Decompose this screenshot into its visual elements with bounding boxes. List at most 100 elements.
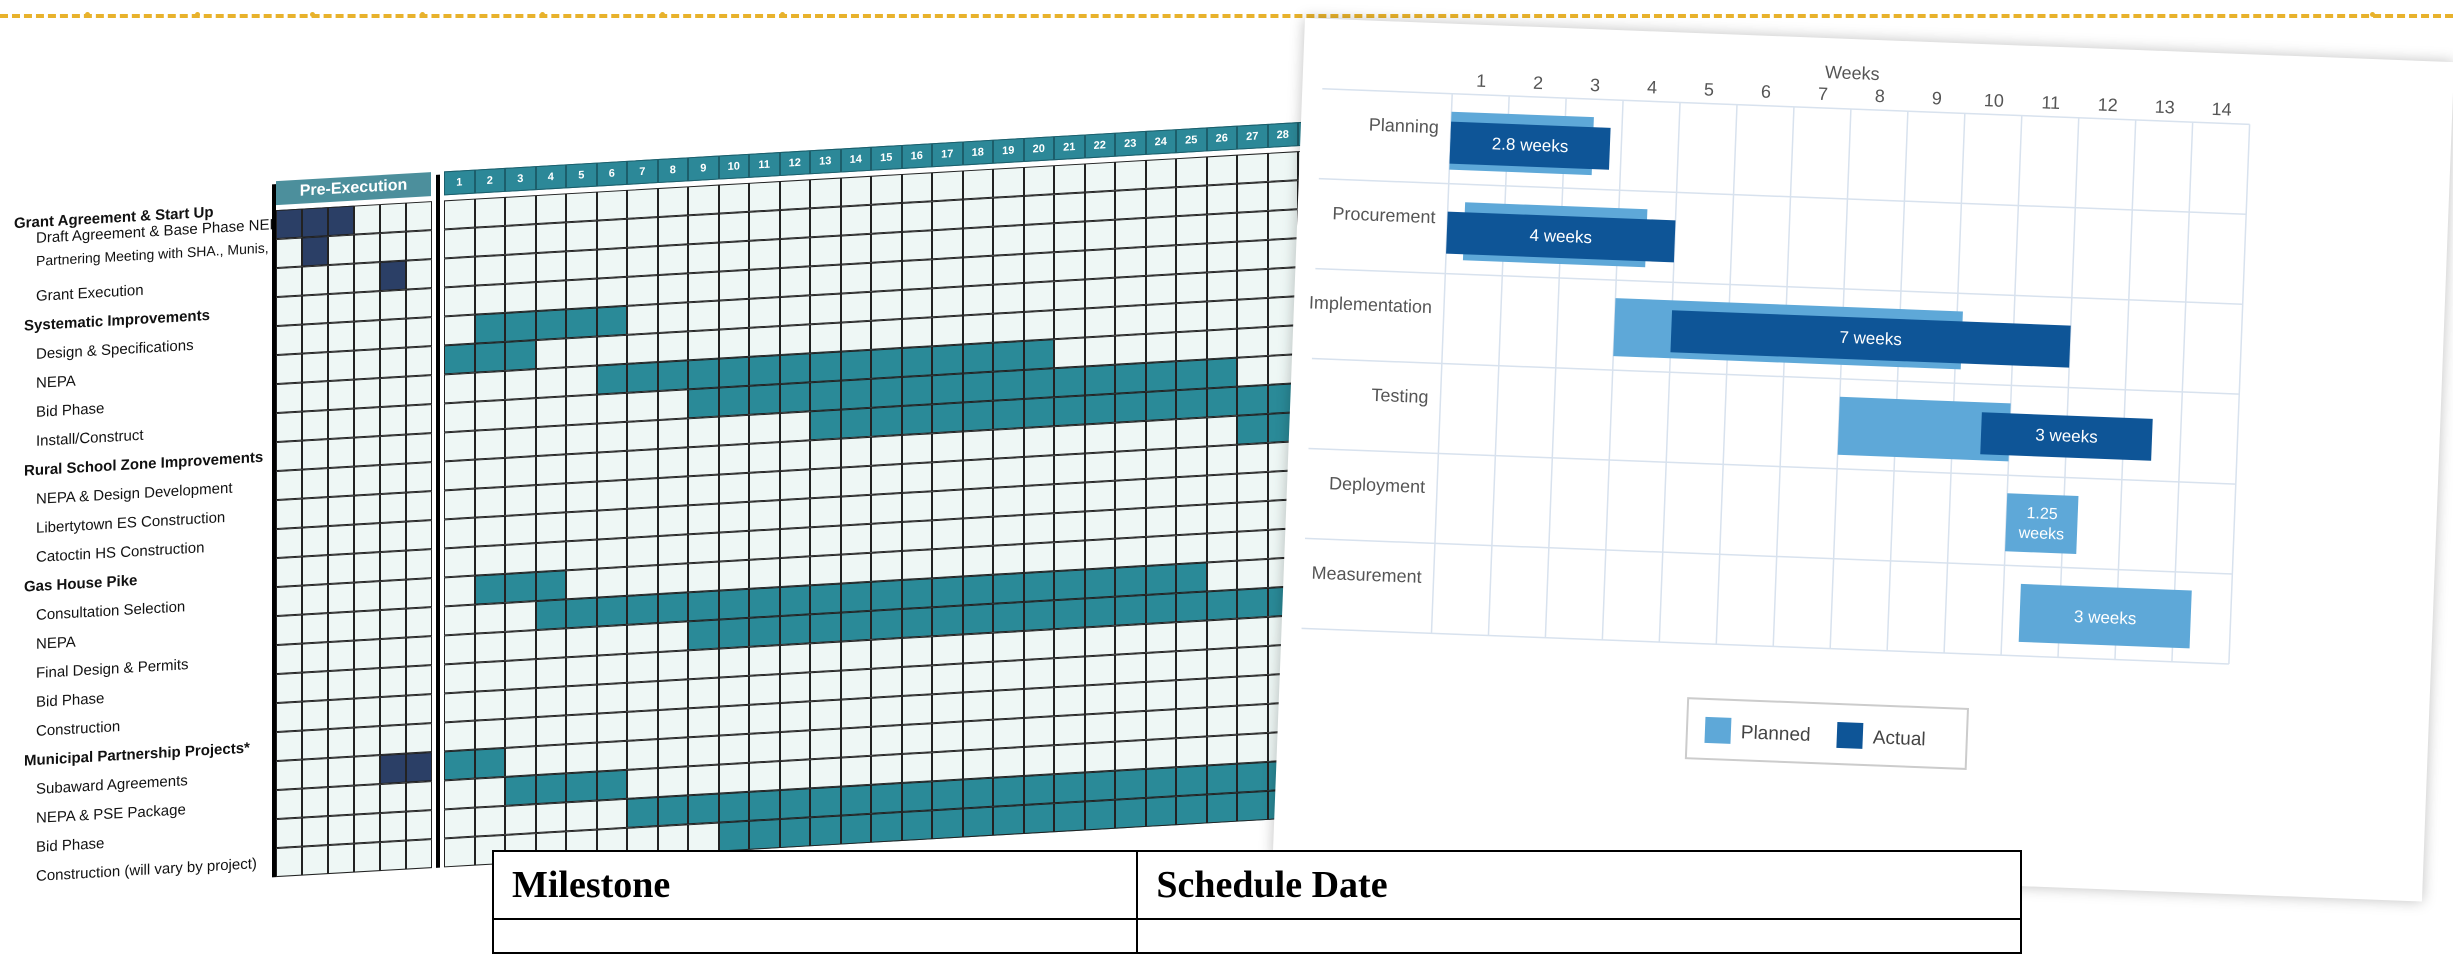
grid-cell <box>596 276 627 308</box>
grid-cell <box>474 631 505 663</box>
grid-cell <box>871 696 902 727</box>
grid-cell <box>474 428 505 460</box>
grid-cell <box>302 381 328 412</box>
grid-cell <box>779 208 810 240</box>
grid-cell <box>444 807 475 839</box>
grid-cell <box>779 643 810 675</box>
grid-cell <box>474 457 505 489</box>
grid-cell <box>627 565 658 596</box>
grid-cell <box>1237 413 1268 445</box>
grid-cell <box>474 573 505 605</box>
grid-cell <box>688 445 719 477</box>
grid-cell <box>688 300 719 332</box>
grid-cell <box>302 410 328 441</box>
grid-cell <box>779 498 810 530</box>
grid-cell <box>810 728 841 760</box>
grid-cell <box>932 721 963 753</box>
grid-cell <box>840 552 871 584</box>
x-tick-label: 2 <box>1533 73 1544 93</box>
grid-cell <box>276 208 302 240</box>
grid-cell <box>1237 268 1268 300</box>
grid-cell <box>354 262 380 293</box>
grid-cell <box>1023 223 1054 254</box>
grid-cell <box>1145 216 1176 247</box>
grid-cell <box>444 372 475 404</box>
grid-cell <box>688 735 719 767</box>
grid-cell <box>718 762 749 794</box>
grid-cell <box>566 771 597 803</box>
grid-cell <box>749 297 780 328</box>
grid-cell <box>901 578 932 610</box>
grid-cell <box>993 775 1024 807</box>
grid-cell <box>354 668 380 699</box>
grid-cell <box>810 757 841 789</box>
grid-cell <box>627 391 658 422</box>
grid-separator <box>272 184 276 878</box>
grid-cell <box>993 253 1024 285</box>
grid-cell <box>1237 645 1268 677</box>
grid-cell <box>444 720 475 752</box>
grid-cell <box>1267 238 1298 269</box>
grid-cell <box>1023 339 1054 370</box>
grid-cell <box>810 496 841 528</box>
grid-cell <box>1054 656 1085 688</box>
grid-cell <box>566 307 597 339</box>
grid-cell <box>1237 674 1268 706</box>
grid-cell <box>354 784 380 815</box>
grid-cell <box>627 275 658 306</box>
grid-cell <box>302 729 328 760</box>
grid-cell <box>276 672 302 704</box>
x-tick-label: 10 <box>1983 90 2004 111</box>
grid-cell <box>993 688 1024 720</box>
grid-cell <box>474 399 505 431</box>
grid-cell <box>1084 393 1115 425</box>
grid-cell <box>1206 183 1237 215</box>
grid-cell <box>444 314 475 346</box>
grid-cell <box>718 443 749 475</box>
grid-cell <box>1267 209 1298 240</box>
grid-cell <box>302 555 328 586</box>
grid-cell <box>1115 565 1146 597</box>
grid-cell <box>406 433 432 464</box>
grid-cell <box>901 694 932 726</box>
grid-cell <box>596 363 627 395</box>
grid-cell <box>444 285 475 317</box>
week-header-cell: 4 <box>535 164 566 191</box>
grid-cell <box>302 497 328 528</box>
grid-cell <box>302 294 328 325</box>
week-header-cell: 10 <box>718 153 749 180</box>
grid-cell <box>596 479 627 511</box>
grid-cell <box>302 642 328 673</box>
grid-cell <box>749 645 780 676</box>
grid-cell <box>871 493 902 524</box>
grid-cell <box>302 352 328 383</box>
grid-cell <box>1176 591 1207 623</box>
grid-cell <box>993 804 1024 836</box>
grid-cell <box>406 752 432 783</box>
grid-cell <box>380 434 406 466</box>
grid-cell <box>1054 424 1085 456</box>
grid-cell <box>302 787 328 818</box>
grid-cell <box>302 468 328 499</box>
grid-cell <box>380 521 406 553</box>
week-header-cell: 21 <box>1054 134 1085 161</box>
grid-cell <box>505 514 536 545</box>
grid-cell <box>688 648 719 680</box>
grid-cell <box>657 273 688 305</box>
grid-cell <box>1023 629 1054 660</box>
grid-cell <box>871 464 902 495</box>
grid-cell <box>276 701 302 733</box>
week-header-cell: 19 <box>993 137 1024 164</box>
grid-cell <box>840 465 871 497</box>
category-label: Measurement <box>1311 563 1422 587</box>
grid-cell <box>444 401 475 433</box>
grid-cell <box>328 205 354 237</box>
grid-cell <box>871 406 902 437</box>
grid-cell <box>749 587 780 618</box>
grid-cell <box>505 804 536 835</box>
grid-cell <box>1115 217 1146 249</box>
grid-cell <box>535 657 566 689</box>
grid-cell <box>1206 589 1237 621</box>
grid-cell <box>718 211 749 243</box>
grid-cell <box>1115 681 1146 713</box>
